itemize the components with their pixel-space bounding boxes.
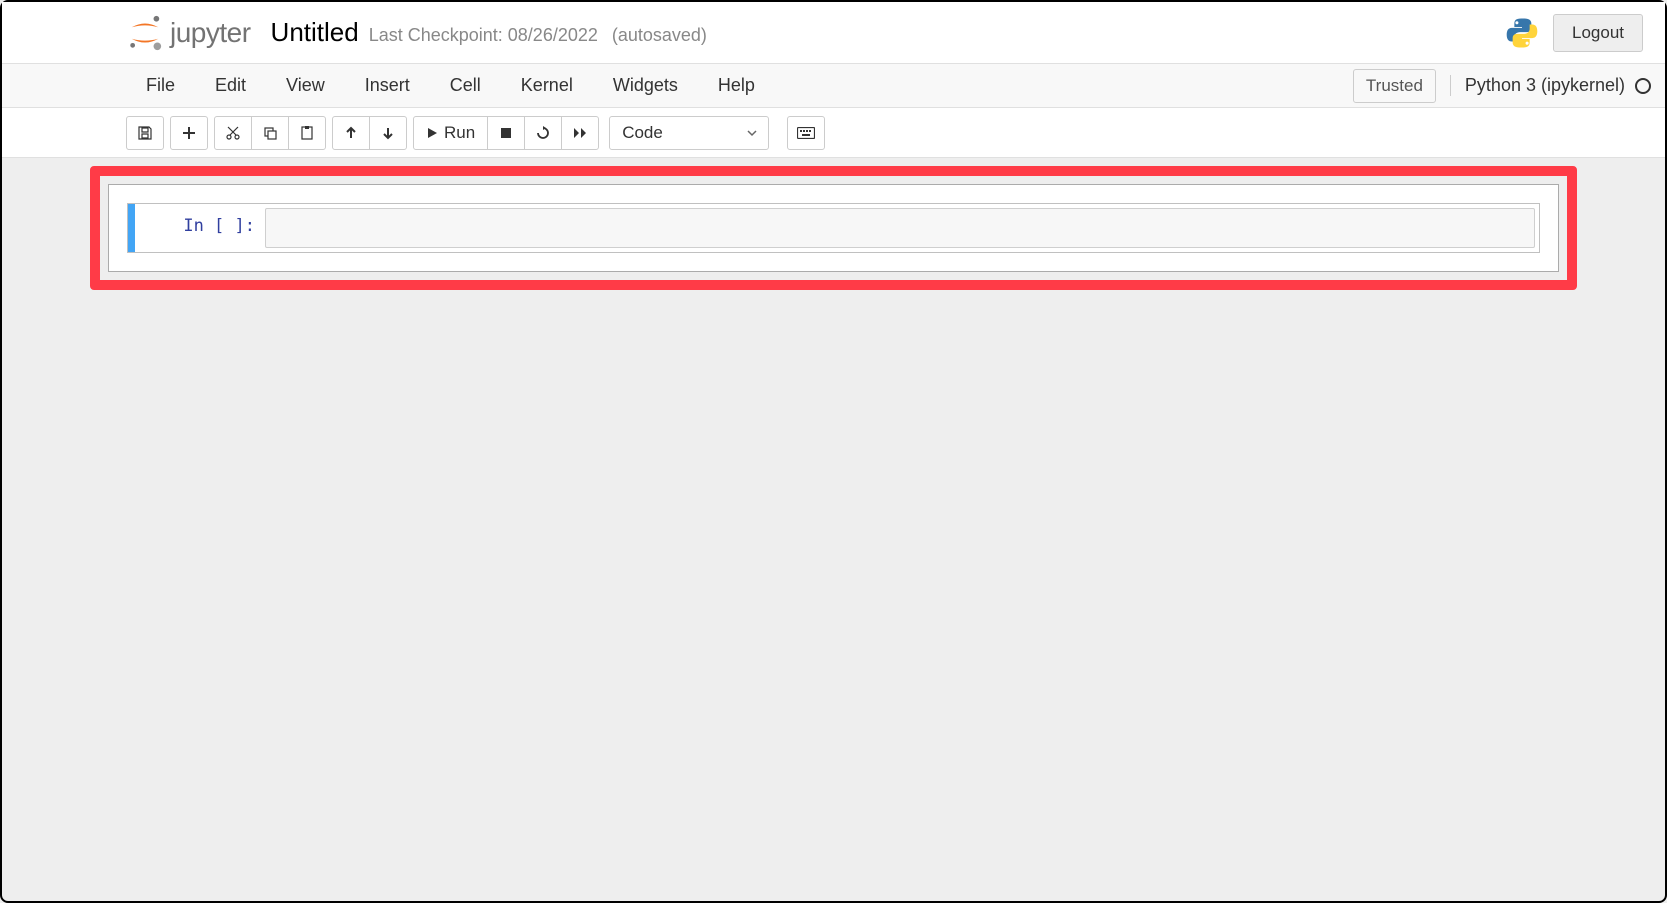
- arrow-up-icon: [344, 126, 358, 140]
- header: jupyter Untitled Last Checkpoint: 08/26/…: [2, 2, 1665, 64]
- play-icon: [426, 127, 438, 139]
- cell-container: In [ ]:: [108, 184, 1559, 272]
- header-right: Logout: [1505, 14, 1643, 52]
- fast-forward-icon: [573, 127, 587, 139]
- save-icon: [137, 125, 153, 141]
- menu-edit[interactable]: Edit: [195, 65, 266, 106]
- jupyter-logo[interactable]: jupyter: [126, 14, 251, 52]
- cell-selection-bar: [128, 204, 135, 252]
- cell-prompt: In [ ]:: [135, 204, 265, 252]
- menu-widgets[interactable]: Widgets: [593, 65, 698, 106]
- cell-input[interactable]: [265, 208, 1535, 248]
- run-label: Run: [444, 123, 475, 143]
- copy-icon: [262, 125, 278, 141]
- arrow-down-icon: [381, 126, 395, 140]
- interrupt-button[interactable]: [487, 116, 525, 150]
- move-up-button[interactable]: [332, 116, 370, 150]
- kernel-indicator: Python 3 (ipykernel): [1450, 75, 1651, 96]
- move-down-button[interactable]: [369, 116, 407, 150]
- title-area: Untitled Last Checkpoint: 08/26/2022 (au…: [271, 17, 707, 48]
- menubar: File Edit View Insert Cell Kernel Widget…: [2, 64, 1665, 108]
- python-logo-icon: [1505, 16, 1539, 50]
- logout-button[interactable]: Logout: [1553, 14, 1643, 52]
- notebook-title[interactable]: Untitled: [271, 17, 359, 48]
- restart-run-all-button[interactable]: [561, 116, 599, 150]
- restart-button[interactable]: [524, 116, 562, 150]
- menu-view[interactable]: View: [266, 65, 345, 106]
- paste-button[interactable]: [288, 116, 326, 150]
- move-group: [332, 116, 407, 150]
- cut-icon: [225, 125, 241, 141]
- cut-button[interactable]: [214, 116, 252, 150]
- logo-text: jupyter: [170, 17, 251, 49]
- menu-cell[interactable]: Cell: [430, 65, 501, 106]
- run-group: Run: [413, 116, 599, 150]
- menu-help[interactable]: Help: [698, 65, 775, 106]
- menu-insert[interactable]: Insert: [345, 65, 430, 106]
- command-palette-button[interactable]: [787, 116, 825, 150]
- toolbar: Run Code: [2, 108, 1665, 158]
- code-cell[interactable]: In [ ]:: [127, 203, 1540, 253]
- paste-icon: [299, 125, 315, 141]
- keyboard-icon: [797, 127, 815, 139]
- autosaved-text: (autosaved): [612, 25, 707, 46]
- plus-icon: [181, 125, 197, 141]
- menubar-right: Trusted Python 3 (ipykernel): [1353, 69, 1651, 103]
- cell-type-select[interactable]: Code: [609, 116, 769, 150]
- trusted-indicator[interactable]: Trusted: [1353, 69, 1436, 103]
- edit-group: [214, 116, 326, 150]
- restart-icon: [536, 126, 550, 140]
- highlight-annotation: In [ ]:: [90, 166, 1577, 290]
- menu-kernel[interactable]: Kernel: [501, 65, 593, 106]
- run-button[interactable]: Run: [413, 116, 488, 150]
- notebook-area: In [ ]:: [2, 158, 1665, 298]
- save-button[interactable]: [126, 116, 164, 150]
- menu-file[interactable]: File: [126, 65, 195, 106]
- stop-icon: [500, 127, 512, 139]
- checkpoint-text: Last Checkpoint: 08/26/2022: [369, 25, 598, 46]
- menu-items: File Edit View Insert Cell Kernel Widget…: [126, 65, 775, 106]
- copy-button[interactable]: [251, 116, 289, 150]
- kernel-status-icon[interactable]: [1635, 78, 1651, 94]
- add-cell-button[interactable]: [170, 116, 208, 150]
- kernel-name[interactable]: Python 3 (ipykernel): [1465, 75, 1625, 96]
- jupyter-logo-icon: [126, 14, 164, 52]
